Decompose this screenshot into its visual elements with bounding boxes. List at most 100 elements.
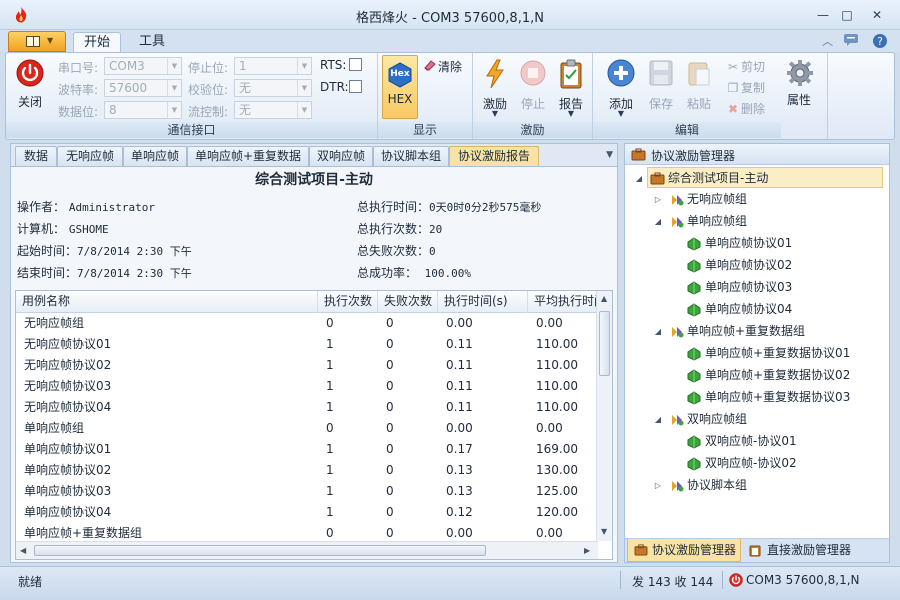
col-header-fail-count[interactable]: 失败次数 bbox=[378, 291, 438, 313]
table-row[interactable]: 单响应帧协议03 1 0 0.13 125.00 bbox=[16, 481, 598, 502]
table-row[interactable]: 无响应帧协议04 1 0 0.11 110.00 bbox=[16, 397, 598, 418]
delete-x-icon: ✖ bbox=[727, 102, 739, 116]
scroll-up-icon[interactable]: ▲ bbox=[601, 294, 607, 303]
tabs-dropdown-icon[interactable]: ▼ bbox=[606, 150, 613, 160]
tree-node[interactable]: ▷ 协议脚本组 bbox=[655, 475, 897, 496]
plus-icon bbox=[607, 59, 635, 87]
col-header-run-count[interactable]: 执行次数 bbox=[318, 291, 378, 313]
hex-toggle-button[interactable]: Hex HEX bbox=[382, 55, 418, 119]
doc-tab-single-response[interactable]: 单响应帧 bbox=[123, 146, 187, 166]
collapse-arrow-icon[interactable]: ◢ bbox=[653, 321, 663, 342]
operator-value: Administrator bbox=[68, 201, 155, 214]
gem-icon bbox=[687, 259, 701, 273]
parity-value: 无 bbox=[239, 81, 252, 95]
stopbits-select[interactable]: 1 ▼ bbox=[234, 57, 312, 75]
cell-case-name: 无响应帧协议01 bbox=[24, 337, 112, 351]
total-runs-value: 20 bbox=[429, 223, 443, 236]
cell-fail-count: 0 bbox=[386, 316, 394, 330]
tree-node[interactable]: 单响应帧协议03 bbox=[685, 277, 900, 298]
cut-button[interactable]: ✂ 剪切 bbox=[725, 58, 765, 76]
table-row[interactable]: 无响应帧组 0 0 0.00 0.00 bbox=[16, 313, 598, 334]
tree-node[interactable]: 单响应帧协议04 bbox=[685, 299, 900, 320]
col-header-avg-time[interactable]: 平均执行时间 bbox=[528, 291, 598, 313]
feedback-icon[interactable] bbox=[843, 33, 859, 50]
parity-select[interactable]: 无 ▼ bbox=[234, 79, 312, 97]
expand-arrow-icon[interactable]: ▷ bbox=[653, 475, 663, 496]
tree-node-label: 单响应帧+重复数据组 bbox=[687, 324, 806, 338]
tree-node[interactable]: ◢ 单响应帧+重复数据组 bbox=[655, 321, 897, 342]
tree-node[interactable]: 双响应帧-协议02 bbox=[685, 453, 900, 474]
table-row[interactable]: 单响应帧协议02 1 0 0.13 130.00 bbox=[16, 460, 598, 481]
databits-select[interactable]: 8 ▼ bbox=[104, 101, 182, 119]
tree-node[interactable]: ◢ 双响应帧组 bbox=[655, 409, 897, 430]
close-window-button[interactable]: ✕ bbox=[866, 6, 888, 24]
horizontal-scroll-thumb[interactable] bbox=[34, 545, 486, 556]
table-row[interactable]: 单响应帧协议01 1 0 0.17 169.00 bbox=[16, 439, 598, 460]
collapse-arrow-icon[interactable]: ◢ bbox=[653, 409, 663, 430]
tree-node[interactable]: 单响应帧协议02 bbox=[685, 255, 900, 276]
tree-node[interactable]: 单响应帧+重复数据协议01 bbox=[685, 343, 900, 364]
tab-direct-stimulus-manager[interactable]: 直接激励管理器 bbox=[743, 539, 883, 562]
help-icon[interactable]: ? bbox=[872, 33, 888, 52]
cell-avg-time: 120.00 bbox=[536, 505, 578, 519]
tree-node[interactable]: ◢ 综合测试项目-主动 bbox=[636, 167, 883, 188]
doc-tab-data[interactable]: 数据 bbox=[15, 146, 57, 166]
tab-protocol-stimulus-manager[interactable]: 协议激励管理器 bbox=[627, 539, 741, 562]
table-row[interactable]: 无响应帧协议01 1 0 0.11 110.00 bbox=[16, 334, 598, 355]
col-header-case-name[interactable]: 用例名称 bbox=[16, 291, 318, 313]
vertical-scroll-thumb[interactable] bbox=[599, 311, 610, 376]
cell-fail-count: 0 bbox=[386, 421, 394, 435]
gem-icon bbox=[687, 281, 701, 295]
collapse-arrow-icon[interactable]: ◢ bbox=[653, 211, 663, 232]
baud-select[interactable]: 57600 ▼ bbox=[104, 79, 182, 97]
close-port-label: 关闭 bbox=[17, 95, 42, 109]
horizontal-scrollbar[interactable]: ◀ ▶ bbox=[16, 541, 598, 559]
table-row[interactable]: 无响应帧协议03 1 0 0.11 110.00 bbox=[16, 376, 598, 397]
vertical-scrollbar[interactable]: ▲ ▼ bbox=[596, 291, 612, 541]
tab-home[interactable]: 开始 bbox=[73, 32, 121, 53]
tree-node-label: 单响应帧协议01 bbox=[705, 236, 793, 250]
ribbon-collapse-icon[interactable]: ︿ bbox=[822, 33, 833, 49]
cell-case-name: 无响应帧协议04 bbox=[24, 400, 112, 414]
table-row[interactable]: 单响应帧+重复数据组 0 0 0.00 0.00 bbox=[16, 523, 598, 541]
table-row[interactable]: 无响应帧协议02 1 0 0.11 110.00 bbox=[16, 355, 598, 376]
dtr-checkbox[interactable] bbox=[349, 80, 362, 93]
total-runs-info: 总执行次数：20 bbox=[357, 220, 442, 237]
rts-checkbox[interactable] bbox=[349, 58, 362, 71]
tab-tools[interactable]: 工具 bbox=[129, 32, 175, 53]
delete-button[interactable]: ✖ 删除 bbox=[725, 100, 765, 118]
app-menu-button[interactable]: ▼ bbox=[8, 31, 66, 52]
clear-button[interactable]: 清除 bbox=[422, 58, 462, 76]
minimize-button[interactable]: — bbox=[812, 6, 834, 24]
cell-case-name: 单响应帧组 bbox=[24, 421, 85, 435]
table-row[interactable]: 单响应帧组 0 0 0.00 0.00 bbox=[16, 418, 598, 439]
tree-node[interactable]: 单响应帧协议01 bbox=[685, 233, 900, 254]
col-header-exec-time[interactable]: 执行时间(s) bbox=[438, 291, 528, 313]
scroll-left-icon[interactable]: ◀ bbox=[20, 546, 26, 555]
copy-button[interactable]: ❐ 复制 bbox=[725, 79, 765, 97]
success-rate-label: 总成功率： bbox=[357, 266, 418, 280]
flow-select[interactable]: 无 ▼ bbox=[234, 101, 312, 119]
collapse-arrow-icon[interactable]: ◢ bbox=[634, 168, 644, 189]
cell-run-count: 0 bbox=[326, 421, 334, 435]
delete-label: 删除 bbox=[741, 102, 766, 116]
doc-tab-no-response[interactable]: 无响应帧 bbox=[57, 146, 123, 166]
tree-node[interactable]: ▷ 无响应帧组 bbox=[655, 189, 897, 210]
scroll-down-icon[interactable]: ▼ bbox=[601, 527, 607, 536]
tree-node[interactable]: 单响应帧+重复数据协议03 bbox=[685, 387, 900, 408]
expand-arrow-icon[interactable]: ▷ bbox=[653, 189, 663, 210]
doc-tab-dual-response[interactable]: 双响应帧 bbox=[309, 146, 373, 166]
maximize-button[interactable]: □ bbox=[836, 6, 858, 24]
doc-tab-stimulus-report[interactable]: 协议激励报告 bbox=[449, 146, 539, 166]
port-select[interactable]: COM3 ▼ bbox=[104, 57, 182, 75]
tree-node[interactable]: 单响应帧+重复数据协议02 bbox=[685, 365, 900, 386]
tree-node[interactable]: 双响应帧-协议01 bbox=[685, 431, 900, 452]
status-separator bbox=[620, 571, 621, 589]
table-row[interactable]: 单响应帧协议04 1 0 0.12 120.00 bbox=[16, 502, 598, 523]
group-edit: 添加 ▼ 保存 粘贴 ✂ 剪切 ❐ 复制 ✖ 删除 属性 编辑 bbox=[593, 53, 828, 139]
tree-node[interactable]: ◢ 单响应帧组 bbox=[655, 211, 897, 232]
doc-tab-single-response-repeat[interactable]: 单响应帧+重复数据 bbox=[187, 146, 309, 166]
doc-tab-script-group[interactable]: 协议脚本组 bbox=[373, 146, 449, 166]
scroll-right-icon[interactable]: ▶ bbox=[584, 546, 590, 555]
baud-value: 57600 bbox=[109, 81, 148, 95]
